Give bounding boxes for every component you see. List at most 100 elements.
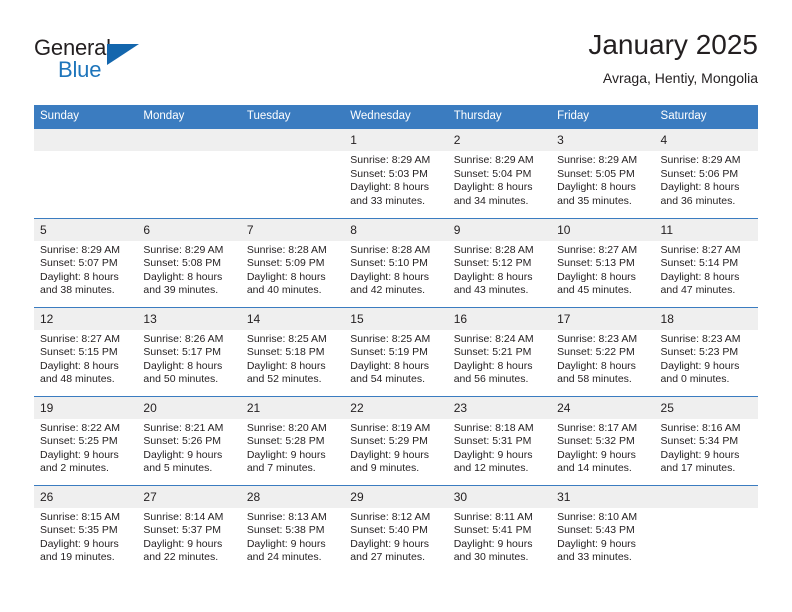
day-detail-daylight1: Daylight: 9 hours — [246, 537, 326, 550]
day-detail-sunrise: Sunrise: 8:26 AM — [143, 332, 224, 345]
day-details: Sunrise: 8:23 AM Sunset: 5:22 PM Daylight:… — [551, 330, 654, 387]
calendar-day-cell[interactable]: 31 Sunrise: 8:10 AM Sunset: 5:43 PM Dayligh… — [551, 484, 655, 574]
day-detail-daylight2: and 12 minutes. — [453, 462, 529, 474]
page-header: General Blue January 2025 Avraga, Hentiy… — [34, 28, 758, 98]
day-detail-daylight2: and 42 minutes. — [350, 284, 425, 296]
calendar-week-row: 1 Sunrise: 8:29 AM Sunset: 5:03 PM Daylight… — [34, 129, 758, 218]
day-detail-daylight2: and 33 minutes. — [557, 551, 632, 563]
calendar-day-cell[interactable]: 3 Sunrise: 8:29 AM Sunset: 5:05 PM Daylight… — [551, 129, 655, 218]
weekday-header-sunday: Sunday — [34, 105, 138, 129]
day-detail-sunset: Sunset: 5:13 PM — [557, 257, 635, 269]
title-block: January 2025 Avraga, Hentiy, Mongolia — [588, 28, 758, 88]
day-number: 29 — [344, 485, 448, 508]
day-details: Sunrise: 8:22 AM Sunset: 5:25 PM Daylight:… — [34, 419, 137, 476]
weekday-header-thursday: Thursday — [447, 105, 552, 129]
calendar-day-cell[interactable]: 17 Sunrise: 8:23 AM Sunset: 5:22 PM Dayligh… — [551, 306, 655, 396]
day-details: Sunrise: 8:16 AM Sunset: 5:34 PM Daylight:… — [655, 419, 758, 476]
day-number: 20 — [137, 396, 241, 419]
day-detail-sunrise: Sunrise: 8:21 AM — [143, 421, 224, 434]
calendar-day-cell[interactable]: 1 Sunrise: 8:29 AM Sunset: 5:03 PM Daylight… — [344, 129, 448, 218]
calendar-day-cell[interactable]: 9 Sunrise: 8:28 AM Sunset: 5:12 PM Daylight… — [447, 217, 552, 307]
calendar-table: Sunday Monday Tuesday Wednesday Thursday… — [34, 105, 758, 574]
calendar-page: General Blue January 2025 Avraga, Hentiy… — [0, 0, 792, 612]
day-detail-sunset: Sunset: 5:37 PM — [143, 524, 222, 536]
calendar-day-cell[interactable]: 21 Sunrise: 8:20 AM Sunset: 5:28 PM Dayligh… — [240, 395, 345, 485]
day-detail-daylight1: Daylight: 8 hours — [40, 270, 119, 283]
calendar-day-cell[interactable]: 5 Sunrise: 8:29 AM Sunset: 5:07 PM Daylight… — [34, 217, 138, 307]
day-detail-daylight1: Daylight: 8 hours — [453, 181, 533, 193]
day-detail-sunset: Sunset: 5:31 PM — [453, 435, 532, 447]
day-number: 6 — [137, 218, 241, 241]
calendar-day-cell[interactable]: 13 Sunrise: 8:26 AM Sunset: 5:17 PM Dayligh… — [137, 306, 241, 396]
day-detail-daylight2: and 39 minutes. — [143, 284, 219, 296]
day-details: Sunrise: 8:21 AM Sunset: 5:26 PM Daylight:… — [137, 419, 240, 476]
calendar-day-cell[interactable]: 6 Sunrise: 8:29 AM Sunset: 5:08 PM Daylight… — [137, 217, 241, 307]
day-detail-sunset: Sunset: 5:43 PM — [557, 524, 635, 536]
day-detail-sunrise: Sunrise: 8:11 AM — [453, 510, 533, 523]
page-title: January 2025 — [588, 29, 758, 60]
calendar-day-cell[interactable]: 23 Sunrise: 8:18 AM Sunset: 5:31 PM Dayligh… — [447, 395, 552, 485]
calendar-day-cell[interactable]: 10 Sunrise: 8:27 AM Sunset: 5:13 PM Dayligh… — [551, 217, 655, 307]
day-number: 11 — [654, 218, 758, 241]
day-detail-sunset: Sunset: 5:22 PM — [557, 346, 635, 358]
day-details: Sunrise: 8:29 AM Sunset: 5:04 PM Daylight:… — [448, 151, 551, 208]
calendar-day-cell[interactable]: 29 Sunrise: 8:12 AM Sunset: 5:40 PM Dayligh… — [344, 484, 448, 574]
calendar-day-cell[interactable]: 12 Sunrise: 8:27 AM Sunset: 5:15 PM Dayligh… — [34, 306, 138, 396]
calendar-day-cell[interactable]: 11 Sunrise: 8:27 AM Sunset: 5:14 PM Dayligh… — [654, 217, 758, 307]
calendar-body: 1 Sunrise: 8:29 AM Sunset: 5:03 PM Daylight… — [34, 129, 758, 574]
day-number: 1 — [344, 129, 448, 151]
calendar-day-cell[interactable]: 16 Sunrise: 8:24 AM Sunset: 5:21 PM Dayligh… — [447, 306, 552, 396]
day-detail-daylight2: and 38 minutes. — [40, 284, 115, 296]
calendar-day-cell[interactable]: 27 Sunrise: 8:14 AM Sunset: 5:37 PM Dayligh… — [137, 484, 241, 574]
calendar-day-cell[interactable]: 19 Sunrise: 8:22 AM Sunset: 5:25 PM Dayligh… — [34, 395, 138, 485]
calendar-day-cell[interactable]: 22 Sunrise: 8:19 AM Sunset: 5:29 PM Dayligh… — [344, 395, 448, 485]
calendar-day-cell[interactable]: 25 Sunrise: 8:16 AM Sunset: 5:34 PM Dayligh… — [654, 395, 758, 485]
day-number — [34, 129, 138, 151]
day-detail-sunset: Sunset: 5:07 PM — [40, 257, 118, 269]
day-detail-sunrise: Sunrise: 8:29 AM — [557, 154, 638, 166]
brand-name-blue: Blue — [58, 57, 102, 82]
calendar-day-cell[interactable]: 8 Sunrise: 8:28 AM Sunset: 5:10 PM Daylight… — [344, 217, 448, 307]
calendar-day-cell[interactable]: 20 Sunrise: 8:21 AM Sunset: 5:26 PM Dayligh… — [137, 395, 241, 485]
day-detail-daylight2: and 33 minutes. — [350, 194, 425, 207]
day-details — [241, 151, 344, 154]
calendar-day-cell[interactable]: 2 Sunrise: 8:29 AM Sunset: 5:04 PM Daylight… — [447, 129, 552, 218]
calendar-week-row: 19 Sunrise: 8:22 AM Sunset: 5:25 PM Dayligh… — [34, 395, 758, 485]
day-details: Sunrise: 8:10 AM Sunset: 5:43 PM Daylight:… — [551, 508, 654, 565]
calendar-day-cell[interactable]: 28 Sunrise: 8:13 AM Sunset: 5:38 PM Dayligh… — [240, 484, 345, 574]
day-detail-daylight2: and 47 minutes. — [660, 284, 736, 296]
day-detail-sunrise: Sunrise: 8:29 AM — [350, 154, 431, 166]
calendar-week-row: 26 Sunrise: 8:15 AM Sunset: 5:35 PM Dayligh… — [34, 484, 758, 574]
calendar-day-cell[interactable]: 18 Sunrise: 8:23 AM Sunset: 5:23 PM Dayligh… — [654, 306, 758, 396]
calendar-day-cell[interactable]: 7 Sunrise: 8:28 AM Sunset: 5:09 PM Daylight… — [240, 217, 345, 307]
day-detail-daylight1: Daylight: 8 hours — [246, 270, 326, 283]
day-detail-daylight1: Daylight: 9 hours — [557, 448, 636, 461]
calendar-day-cell[interactable]: 14 Sunrise: 8:25 AM Sunset: 5:18 PM Dayligh… — [240, 306, 345, 396]
day-detail-sunset: Sunset: 5:32 PM — [557, 435, 635, 447]
day-number: 24 — [551, 396, 655, 419]
weekday-header-friday: Friday — [551, 105, 655, 129]
day-detail-sunrise: Sunrise: 8:14 AM — [143, 510, 224, 523]
day-detail-sunset: Sunset: 5:17 PM — [143, 346, 222, 358]
day-detail-sunset: Sunset: 5:38 PM — [246, 524, 325, 536]
day-number: 31 — [551, 485, 655, 508]
calendar-day-cell[interactable]: 30 Sunrise: 8:11 AM Sunset: 5:41 PM Dayligh… — [447, 484, 552, 574]
calendar-day-cell[interactable]: 4 Sunrise: 8:29 AM Sunset: 5:06 PM Daylight… — [654, 129, 758, 218]
day-detail-sunset: Sunset: 5:12 PM — [453, 257, 532, 269]
day-detail-sunrise: Sunrise: 8:15 AM — [40, 510, 120, 523]
calendar-day-cell[interactable]: 15 Sunrise: 8:25 AM Sunset: 5:19 PM Dayligh… — [344, 306, 448, 396]
day-number: 26 — [34, 485, 138, 508]
day-number: 22 — [344, 396, 448, 419]
brand-logo[interactable]: General Blue — [34, 36, 154, 92]
weekday-header-saturday: Saturday — [654, 105, 758, 129]
day-number: 28 — [240, 485, 345, 508]
calendar-day-cell[interactable]: 26 Sunrise: 8:15 AM Sunset: 5:35 PM Dayligh… — [34, 484, 138, 574]
day-details: Sunrise: 8:25 AM Sunset: 5:19 PM Daylight:… — [344, 330, 447, 387]
calendar-day-cell[interactable]: 24 Sunrise: 8:17 AM Sunset: 5:32 PM Dayligh… — [551, 395, 655, 485]
day-details: Sunrise: 8:18 AM Sunset: 5:31 PM Daylight:… — [448, 419, 551, 476]
day-detail-sunrise: Sunrise: 8:20 AM — [246, 421, 327, 434]
day-details — [137, 151, 240, 154]
day-details: Sunrise: 8:29 AM Sunset: 5:06 PM Daylight:… — [655, 151, 758, 208]
day-details: Sunrise: 8:29 AM Sunset: 5:07 PM Daylight:… — [34, 241, 137, 298]
day-details: Sunrise: 8:28 AM Sunset: 5:10 PM Daylight:… — [344, 241, 447, 298]
